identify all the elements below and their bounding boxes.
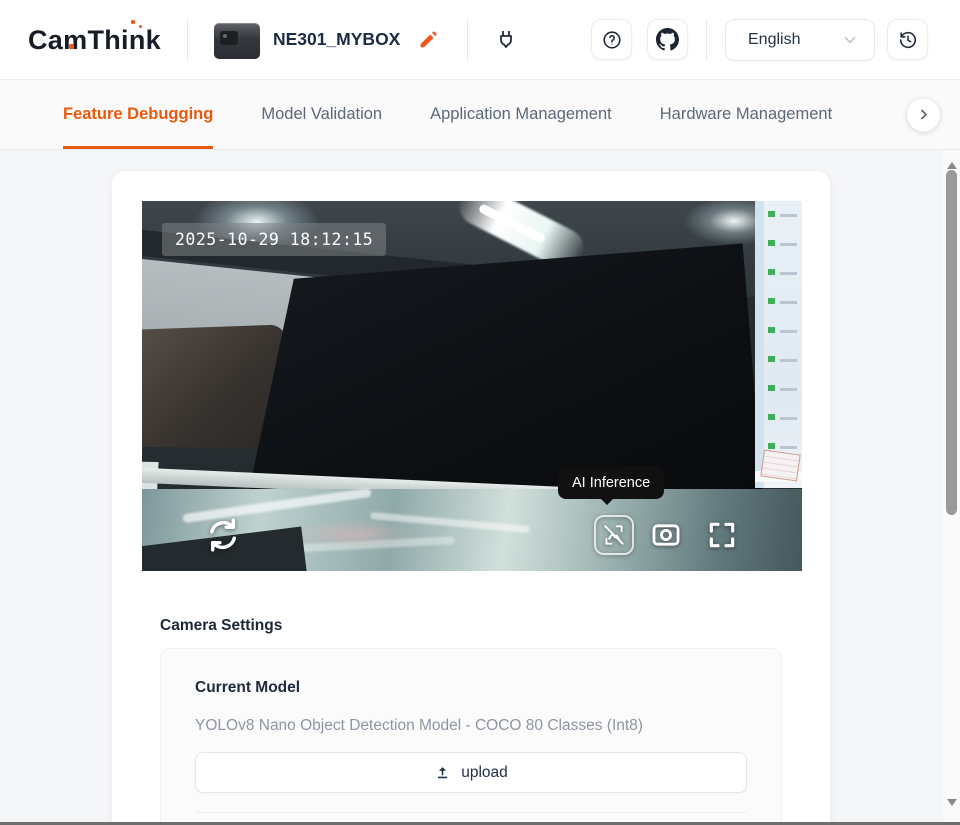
fullscreen-button[interactable] <box>706 519 738 556</box>
tab-feature-debugging[interactable]: Feature Debugging <box>63 80 213 149</box>
header-divider <box>706 20 707 60</box>
tab-application-management[interactable]: Application Management <box>430 80 612 149</box>
scene-bright-monitor-icons <box>768 211 775 461</box>
logo-text-cam: Cam <box>28 25 87 55</box>
chevron-down-icon <box>841 31 859 49</box>
scene-bright-monitor-sidebar <box>755 201 764 488</box>
logo-dot-icon <box>131 20 135 24</box>
history-icon <box>897 29 919 51</box>
chevron-right-icon <box>916 107 932 123</box>
ai-inference-disabled-icon <box>601 522 627 548</box>
ai-inference-tooltip: AI Inference <box>558 467 664 499</box>
fullscreen-icon <box>706 519 738 551</box>
header-divider <box>187 20 188 60</box>
camthink-logo: CamThink <box>28 25 161 54</box>
help-icon <box>601 29 623 51</box>
device-lens-icon <box>220 31 238 45</box>
upload-model-button[interactable]: upload <box>195 752 747 793</box>
upload-icon <box>434 764 451 781</box>
current-model-value: YOLOv8 Nano Object Detection Model - COC… <box>195 717 747 735</box>
github-button[interactable] <box>647 19 688 60</box>
plug-icon <box>494 28 518 52</box>
settings-divider <box>195 812 747 813</box>
current-model-label: Current Model <box>195 679 747 697</box>
pencil-icon <box>418 29 439 50</box>
scene-bright-monitor-text <box>780 214 797 464</box>
device-thumbnail <box>214 21 260 59</box>
logo-text-think: Think <box>87 25 161 55</box>
scroll-up-arrow-icon[interactable] <box>947 157 957 169</box>
refresh-icon <box>204 516 242 554</box>
page-content: 2025-10-29 18:12:15 AI Inference Camera … <box>0 150 960 825</box>
ai-inference-toggle-button[interactable] <box>594 515 634 555</box>
camera-icon <box>649 518 683 552</box>
scene-highlight <box>290 519 420 549</box>
camera-live-view: 2025-10-29 18:12:15 AI Inference <box>142 201 802 571</box>
history-button[interactable] <box>887 19 928 60</box>
language-selected-value: English <box>748 31 800 49</box>
tab-model-validation[interactable]: Model Validation <box>261 80 382 149</box>
upload-button-label: upload <box>461 764 508 782</box>
camera-settings-card: Current Model YOLOv8 Nano Object Detecti… <box>160 648 782 825</box>
feature-debugging-card: 2025-10-29 18:12:15 AI Inference Camera … <box>111 170 831 825</box>
app-header: CamThink NE301_MYBOX English <box>0 0 960 80</box>
main-tabbar: Feature Debugging Model Validation Appli… <box>0 80 960 150</box>
tabs-scroll-right-button[interactable] <box>907 98 940 131</box>
github-icon <box>656 28 679 51</box>
vertical-scrollbar[interactable] <box>943 150 960 825</box>
scroll-down-arrow-icon[interactable] <box>947 799 957 811</box>
logo-dot-icon <box>139 25 142 28</box>
scrollbar-thumb[interactable] <box>946 170 957 515</box>
video-timestamp-overlay: 2025-10-29 18:12:15 <box>162 223 386 256</box>
scene-sticky-note <box>760 450 800 482</box>
device-name: NE301_MYBOX <box>273 29 400 50</box>
logo-dot-icon <box>69 44 74 49</box>
header-divider <box>467 20 468 60</box>
camera-settings-title: Camera Settings <box>160 617 782 635</box>
edit-device-name-button[interactable] <box>415 27 441 53</box>
header-actions: English <box>591 19 960 61</box>
snapshot-button[interactable] <box>649 518 683 557</box>
scene-bright-monitor <box>755 201 802 488</box>
plug-connection-button[interactable] <box>494 28 518 52</box>
tab-hardware-management[interactable]: Hardware Management <box>660 80 832 149</box>
help-button[interactable] <box>591 19 632 60</box>
language-select[interactable]: English <box>725 19 875 61</box>
refresh-stream-button[interactable] <box>204 516 242 559</box>
